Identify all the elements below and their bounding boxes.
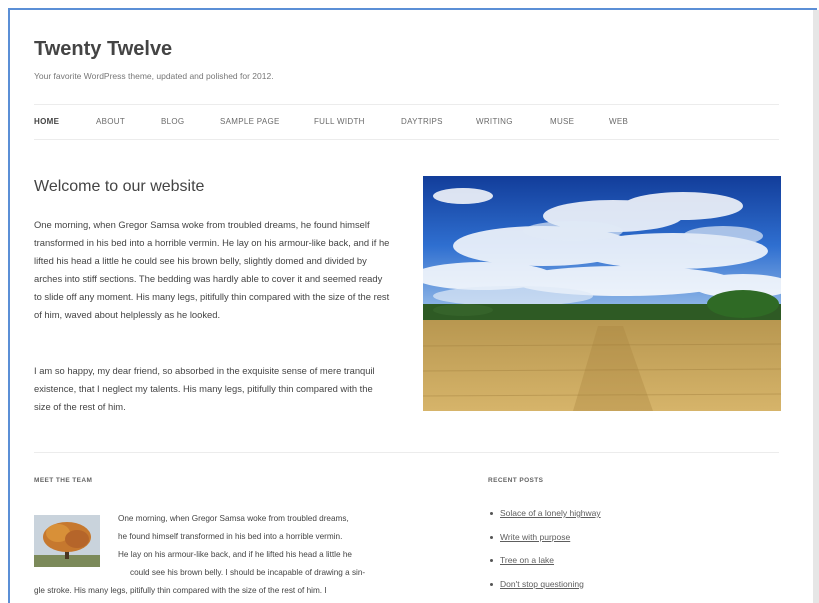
nav-item-blog[interactable]: BLOG: [161, 117, 184, 126]
nav-item-about[interactable]: ABOUT: [96, 117, 125, 126]
main-navigation: HOME ABOUT BLOG SAMPLE PAGE FULL WIDTH D…: [34, 104, 779, 140]
recent-post-link[interactable]: Write with purpose: [500, 532, 570, 542]
intro-paragraph: One morning, when Gregor Samsa woke from…: [34, 219, 390, 320]
team-text-line: He lay on his armour-like back, and if h…: [118, 550, 352, 559]
recent-post-link[interactable]: Tree on a lake: [500, 555, 554, 565]
list-item: Solace of a lonely highway: [488, 508, 601, 532]
list-item: Tree on a lake: [488, 555, 601, 579]
nav-item-daytrips[interactable]: DAYTRIPS: [401, 117, 443, 126]
nav-item-sample-page[interactable]: SAMPLE PAGE: [220, 117, 280, 126]
scrollbar-track[interactable]: [813, 10, 819, 603]
nav-item-full-width[interactable]: FULL WIDTH: [314, 117, 365, 126]
recent-post-link[interactable]: Solace of a lonely highway: [500, 508, 601, 518]
page-title: Welcome to our website: [34, 178, 205, 195]
nav-item-web[interactable]: WEB: [609, 117, 628, 126]
sky-wheat-field-image: [423, 176, 781, 411]
team-text-line: One morning, when Gregor Samsa woke from…: [118, 514, 349, 523]
nav-item-writing[interactable]: WRITING: [476, 117, 513, 126]
second-paragraph: I am so happy, my dear friend, so absorb…: [34, 365, 375, 412]
autumn-tree-image: [34, 515, 100, 567]
recent-post-link[interactable]: Don't stop questioning: [500, 579, 584, 589]
team-text-line: gle stroke. His many legs, pitifully thi…: [34, 586, 327, 595]
team-text-line: he found himself transformed in his bed …: [118, 532, 343, 541]
list-item: Write with purpose: [488, 532, 601, 556]
nav-item-muse[interactable]: MUSE: [550, 117, 574, 126]
list-item: Don't stop questioning: [488, 579, 601, 603]
team-text-line: could see his brown belly. I should be i…: [130, 568, 366, 577]
site-title[interactable]: Twenty Twelve: [34, 38, 172, 61]
section-divider: [34, 452, 779, 453]
team-widget-title: MEET THE TEAM: [34, 477, 93, 484]
recent-posts-list: Solace of a lonely highway Write with pu…: [488, 508, 601, 602]
recent-posts-widget-title: RECENT POSTS: [488, 477, 544, 484]
nav-item-home[interactable]: HOME: [34, 117, 59, 126]
site-description: Your favorite WordPress theme, updated a…: [34, 71, 274, 81]
